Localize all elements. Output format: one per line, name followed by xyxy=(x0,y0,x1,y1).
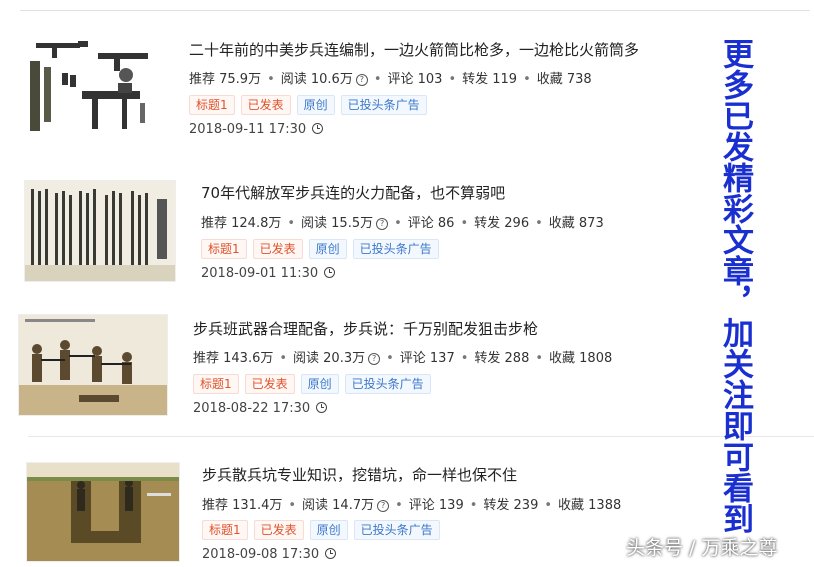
article-thumbnail-4[interactable] xyxy=(26,462,180,562)
tag-ad: 已投头条广告 xyxy=(353,520,440,540)
article-date-2: 2018-09-01 11:30 xyxy=(201,266,336,281)
separator-dot: • xyxy=(469,498,478,513)
article-thumbnail-1[interactable] xyxy=(22,33,157,137)
section-divider xyxy=(28,436,814,437)
recommend-count: 推荐 75.9万 xyxy=(189,72,262,87)
share-count: 转发 239 xyxy=(483,498,539,513)
tag-published: 已发表 xyxy=(253,520,304,540)
tag-title: 标题1 xyxy=(201,239,247,259)
follow-promo-text: 更多已发精彩文章，加关注即可看到 xyxy=(717,38,753,534)
comment-count: 评论 103 xyxy=(387,72,443,87)
tag-ad: 已投头条广告 xyxy=(340,95,427,115)
article-stats-4: 推荐 131.4万 • 阅读 14.7万? • 评论 139 • 转发 239 • 收藏 138… xyxy=(202,494,621,513)
separator-dot: • xyxy=(535,351,544,366)
separator-dot: • xyxy=(279,351,288,366)
read-count: 阅读 14.7万 xyxy=(302,498,375,513)
article-tags-1: 标题1 已发表 原创 已投头条广告 xyxy=(189,95,433,115)
article-thumbnail-3[interactable] xyxy=(18,314,168,416)
article-title-4[interactable]: 步兵散兵坑专业知识，挖错坑，命一样也保不住 xyxy=(202,464,517,485)
article-title-1[interactable]: 二十年前的中美步兵连编制，一边火箭筒比枪多，一边枪比火箭筒多 xyxy=(189,39,639,60)
comment-count: 评论 139 xyxy=(408,498,464,513)
clock-icon xyxy=(325,548,337,559)
separator-dot: • xyxy=(523,72,531,87)
publish-date: 2018-09-11 17:30 xyxy=(189,122,307,137)
tag-title: 标题1 xyxy=(189,95,235,115)
article-tags-4: 标题1 已发表 原创 已投头条广告 xyxy=(202,520,446,540)
article-date-1: 2018-09-11 17:30 xyxy=(189,122,324,137)
separator-dot: • xyxy=(535,216,543,231)
separator-dot: • xyxy=(395,498,403,513)
read-count: 阅读 10.6万 xyxy=(280,72,353,87)
clock-icon xyxy=(324,267,336,278)
author-watermark: 头条号 / 万乘之尊 xyxy=(626,537,778,559)
article-stats-3: 推荐 143.6万 • 阅读 20.3万? • 评论 137 • 转发 288 • 收藏 180… xyxy=(193,347,612,366)
article-stats-1: 推荐 75.9万 • 阅读 10.6万? • 评论 103 • 转发 119 • 收藏 738 xyxy=(189,68,592,87)
separator-dot: • xyxy=(288,498,297,513)
tag-published: 已发表 xyxy=(240,95,291,115)
article-date-3: 2018-08-22 17:30 xyxy=(193,401,328,416)
question-circle-icon[interactable]: ? xyxy=(355,74,368,86)
separator-dot: • xyxy=(287,216,296,231)
article-thumbnail-2[interactable] xyxy=(24,180,176,282)
clock-icon xyxy=(316,402,328,413)
fav-count: 收藏 738 xyxy=(536,72,592,87)
recommend-count: 推荐 131.4万 xyxy=(202,498,283,513)
comment-count: 评论 137 xyxy=(399,351,455,366)
article-tags-2: 标题1 已发表 原创 已投头条广告 xyxy=(201,239,445,259)
separator-dot: • xyxy=(373,72,382,87)
article-stats-2: 推荐 124.8万 • 阅读 15.5万? • 评论 86 • 转发 296 • 收藏 873 xyxy=(201,212,604,231)
publish-date: 2018-09-08 17:30 xyxy=(202,547,320,562)
fav-count: 收藏 1808 xyxy=(549,351,613,366)
read-count: 阅读 20.3万 xyxy=(293,351,366,366)
article-title-3[interactable]: 步兵班武器合理配备，步兵说：千万别配发狙击步枪 xyxy=(193,318,538,339)
read-count: 阅读 15.5万 xyxy=(301,216,374,231)
tag-title: 标题1 xyxy=(193,374,239,394)
share-count: 转发 119 xyxy=(462,72,518,87)
article-tags-3: 标题1 已发表 原创 已投头条广告 xyxy=(193,374,437,394)
question-circle-icon[interactable]: ? xyxy=(376,218,389,230)
article-date-4: 2018-09-08 17:30 xyxy=(202,547,337,562)
separator-dot: • xyxy=(544,498,553,513)
fav-count: 收藏 873 xyxy=(548,216,604,231)
tag-original: 原创 xyxy=(308,239,347,259)
separator-dot: • xyxy=(460,351,469,366)
separator-dot: • xyxy=(460,216,469,231)
tag-ad: 已投头条广告 xyxy=(344,374,431,394)
top-divider xyxy=(20,10,810,11)
share-count: 转发 296 xyxy=(474,216,530,231)
tag-published: 已发表 xyxy=(252,239,303,259)
recommend-count: 推荐 143.6万 xyxy=(193,351,274,366)
tag-ad: 已投头条广告 xyxy=(352,239,439,259)
tag-original: 原创 xyxy=(300,374,339,394)
tag-title: 标题1 xyxy=(202,520,248,540)
tag-original: 原创 xyxy=(296,95,335,115)
tag-published: 已发表 xyxy=(244,374,295,394)
publish-date: 2018-08-22 17:30 xyxy=(193,401,311,416)
fav-count: 收藏 1388 xyxy=(558,498,622,513)
share-count: 转发 288 xyxy=(474,351,530,366)
separator-dot: • xyxy=(267,72,275,87)
article-title-2[interactable]: 70年代解放军步兵连的火力配备，也不算弱吧 xyxy=(201,182,505,203)
separator-dot: • xyxy=(394,216,402,231)
publish-date: 2018-09-01 11:30 xyxy=(201,266,319,281)
question-circle-icon[interactable]: ? xyxy=(377,500,390,512)
separator-dot: • xyxy=(386,351,394,366)
separator-dot: • xyxy=(448,72,457,87)
question-circle-icon[interactable]: ? xyxy=(368,353,381,365)
recommend-count: 推荐 124.8万 xyxy=(201,216,282,231)
tag-original: 原创 xyxy=(309,520,348,540)
comment-count: 评论 86 xyxy=(407,216,455,231)
clock-icon xyxy=(312,123,324,134)
